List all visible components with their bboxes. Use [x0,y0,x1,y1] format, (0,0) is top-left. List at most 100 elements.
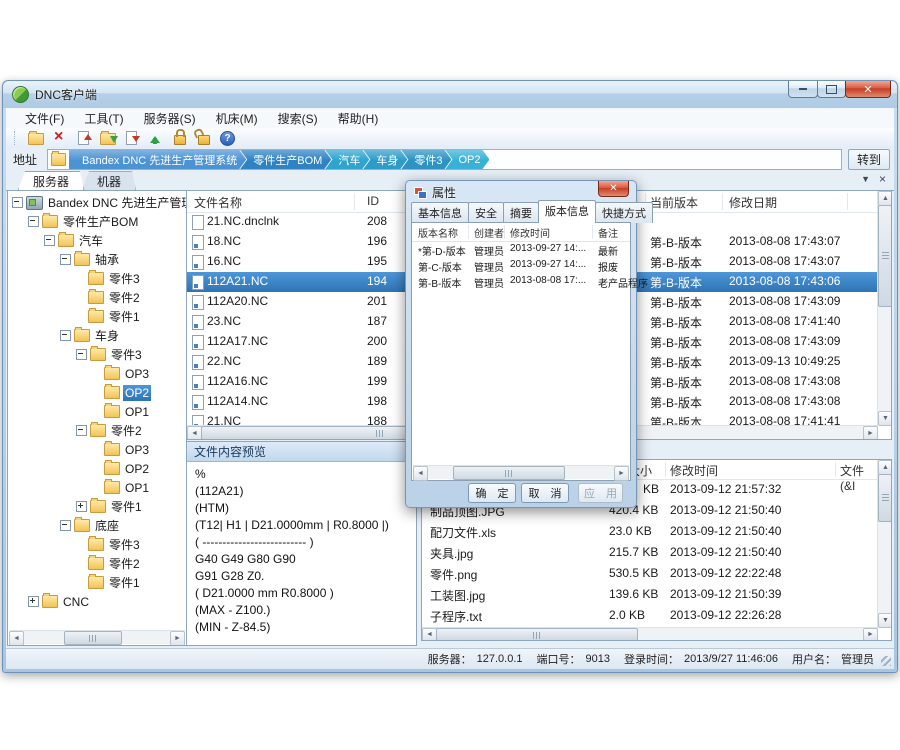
tree-item-root[interactable]: Bandex DNC 先进生产管理系统 [8,193,186,212]
tree-item[interactable]: 车身 [8,326,186,345]
dialog-title-bar[interactable]: 属性 ✕ [406,181,636,203]
tree-item-selected[interactable]: OP2 [8,383,186,402]
tree-item[interactable]: 零件2 [8,421,186,440]
scroll-left-icon[interactable]: ◄ [413,466,428,481]
menu-search[interactable]: 搜索(S) [269,108,327,129]
column-modified-date[interactable]: 修改日期 [729,194,777,211]
attachment-vscrollbar[interactable]: ▲ ▼ [877,460,891,628]
cancel-button[interactable]: 取 消 [521,483,569,503]
scroll-down-icon[interactable]: ▼ [878,411,892,426]
tree-item[interactable]: 零件1 [8,573,186,592]
tree-item[interactable]: 零件3 [8,345,186,364]
folder-icon[interactable] [27,130,44,146]
expander-minus-icon[interactable] [60,520,71,531]
attachment-row[interactable]: 工装图.jpg139.6 KB2013-09-12 21:50:39 [422,584,878,605]
tree-item[interactable]: 底座 [8,516,186,535]
attachment-hscrollbar[interactable]: ◄ ► [422,627,878,640]
delete-icon[interactable] [51,130,68,146]
expander-plus-icon[interactable] [28,596,39,607]
menu-machine[interactable]: 机床(M) [207,108,267,129]
tree-item[interactable]: 零件3 [8,535,186,554]
column-version-name[interactable]: 版本名称 [418,225,458,240]
breadcrumb-bom[interactable]: 零件生产BOM [240,150,331,169]
expander-plus-icon[interactable] [76,501,87,512]
tab-basic-info[interactable]: 基本信息 [411,202,469,223]
menu-tools[interactable]: 工具(T) [75,108,132,129]
tree-item[interactable]: OP1 [8,402,186,421]
tab-server[interactable]: 服务器 [18,171,84,190]
scroll-right-icon[interactable]: ► [614,466,629,481]
tree-item[interactable]: 零件1 [8,307,186,326]
expander-minus-icon[interactable] [28,216,39,227]
column-id[interactable]: ID [367,194,379,208]
go-button[interactable]: 转到 [848,149,890,170]
tree-item[interactable]: 零件生产BOM [8,212,186,231]
attachment-row[interactable]: 配刀文件.xls23.0 KB2013-09-12 21:50:40 [422,521,878,542]
scroll-left-icon[interactable]: ◄ [9,631,24,646]
scroll-thumb[interactable] [878,205,892,307]
apply-button[interactable]: 应 用 [578,483,623,503]
scroll-right-icon[interactable]: ► [170,631,185,646]
attachment-row[interactable]: 零件.png530.5 KB2013-09-12 22:22:48 [422,563,878,584]
breadcrumb-car[interactable]: 汽车 [325,150,369,169]
scroll-down-icon[interactable]: ▼ [878,613,892,628]
menu-file[interactable]: 文件(F) [16,108,73,129]
breadcrumb-root[interactable]: Bandex DNC 先进生产管理系统 [69,150,246,169]
close-button[interactable]: ✕ [845,81,891,98]
tree-item[interactable]: 汽车 [8,231,186,250]
column-note[interactable]: 备注 [598,225,618,240]
menu-help[interactable]: 帮助(H) [329,108,388,129]
scroll-right-icon[interactable]: ► [863,628,878,641]
tree-item[interactable]: OP3 [8,440,186,459]
scroll-up-icon[interactable]: ▲ [878,191,892,206]
tree-item-cnc[interactable]: CNC [8,592,186,611]
menu-server[interactable]: 服务器(S) [135,108,205,129]
expander-minus-icon[interactable] [44,235,55,246]
tab-machine[interactable]: 机器 [82,171,136,190]
scroll-thumb[interactable] [878,474,892,522]
breadcrumb-body[interactable]: 车身 [363,150,407,169]
scroll-up-icon[interactable]: ▲ [878,460,892,475]
column-file-name[interactable]: 文件名称 [194,194,242,211]
dialog-hscrollbar[interactable]: ◄ ► [413,465,629,479]
scroll-thumb[interactable] [64,631,122,645]
column-current-version[interactable]: 当前版本 [650,194,698,211]
tree-item[interactable]: 零件2 [8,554,186,573]
dialog-close-button[interactable]: ✕ [598,181,629,197]
ok-button[interactable]: 确 定 [468,483,516,503]
tree-item[interactable]: OP3 [8,364,186,383]
tree-item[interactable]: 零件2 [8,288,186,307]
tree-item[interactable]: OP1 [8,478,186,497]
breadcrumb-part3[interactable]: 零件3 [401,150,451,169]
attachment-row[interactable]: 子程序.txt2.0 KB2013-09-12 22:26:28 [422,605,878,626]
tree-item[interactable]: 零件1 [8,497,186,516]
help-icon[interactable] [219,130,236,146]
scroll-left-icon[interactable]: ◄ [422,628,437,641]
expander-minus-icon[interactable] [60,330,71,341]
resize-grip[interactable] [881,656,891,666]
expander-minus-icon[interactable] [76,425,87,436]
upload-arrow-icon[interactable] [147,130,164,146]
column-creator[interactable]: 创建者 [474,225,504,240]
expander-minus-icon[interactable] [76,349,87,360]
chevron-down-icon[interactable]: ▼ [861,174,870,184]
column-modified-time[interactable]: 修改时间 [670,462,718,479]
unlock-icon[interactable] [195,130,212,146]
scroll-thumb[interactable] [453,466,565,480]
title-bar[interactable]: DNC客户端 ✕ [3,81,897,108]
lock-icon[interactable] [171,130,188,146]
expander-minus-icon[interactable] [60,254,71,265]
tab-summary[interactable]: 摘要 [503,202,539,223]
scroll-right-icon[interactable]: ► [863,426,878,440]
breadcrumb-op2[interactable]: OP2 [445,150,489,169]
tab-security[interactable]: 安全 [468,202,504,223]
tree-item[interactable]: OP2 [8,459,186,478]
tree-item[interactable]: 轴承 [8,250,186,269]
close-view-icon[interactable]: × [879,174,886,184]
file-list-vscrollbar[interactable]: ▲ ▼ [877,191,891,426]
attachment-row[interactable]: 夹具.jpg215.7 KB2013-09-12 21:50:40 [422,542,878,563]
scroll-thumb[interactable] [436,628,638,641]
version-row[interactable]: *第-D-版本管理员2013-09-27 14:...最新 [412,242,630,258]
tree-item[interactable]: 零件3 [8,269,186,288]
version-row[interactable]: 第-B-版本管理员2013-08-08 17:...老产品程序 [412,274,630,290]
